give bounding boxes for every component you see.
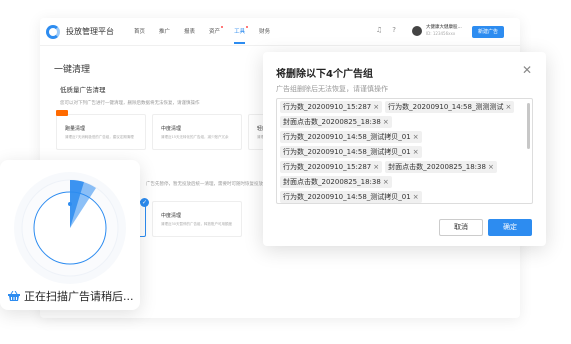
ad-group-tag: 封面点击数_20200825_18:38 ×	[280, 176, 392, 188]
nav-promote[interactable]: 推广	[159, 27, 170, 35]
tag-list: 行为数_20200910_15:287 × 行为数_20200910_14:58_测…	[280, 101, 522, 203]
remove-tag-icon[interactable]: ×	[383, 117, 389, 127]
card-desc: 清理近15天无转化的广告组，减少账户冗余	[161, 135, 229, 139]
help-icon[interactable]: ?	[392, 26, 396, 34]
badge	[56, 110, 68, 116]
dialog-subtitle: 广告组删除后无法恢复，请谨慎操作	[276, 85, 388, 93]
confirm-button[interactable]: 确定	[488, 219, 532, 236]
nav-home[interactable]: 首页	[134, 27, 145, 35]
avatar[interactable]	[412, 26, 422, 36]
delete-dialog: 将删除以下4个广告组 ✕ 广告组删除后无法恢复，请谨慎操作 行为数_202009…	[263, 52, 546, 246]
remove-tag-icon[interactable]: ×	[373, 102, 379, 112]
ad-group-tag: 行为数_20200910_14:58_测测测试 ×	[385, 101, 515, 113]
scan-text: 正在扫描广告请稍后...	[24, 290, 134, 303]
ad-group-tag: 行为数_20200910_14:58_测试拷贝_01 ×	[280, 191, 422, 203]
tag-label: 行为数_20200910_14:58_测试拷贝_01	[283, 133, 411, 141]
scan-widget: 正在扫描广告请稍后...	[0, 160, 140, 310]
tag-label: 封面点击数_20200825_18:38	[283, 178, 381, 186]
ad-group-tag: 行为数_20200910_15:287 ×	[280, 161, 383, 173]
remove-tag-icon[interactable]: ×	[413, 147, 419, 157]
main-nav: 首页 推广 报表 资产 工具 财务	[134, 26, 270, 44]
scan-status: 正在扫描广告请稍后...	[8, 288, 134, 304]
ad-group-list[interactable]: 行为数_20200910_15:287 × 行为数_20200910_14:58_测…	[276, 98, 533, 204]
section2-desc: 广告先暂停，暂无投放后统一清理，需要时可随时恢复投放	[146, 182, 263, 187]
scrollbar[interactable]	[527, 103, 530, 149]
card-desc: 清理近7天消耗极低的广告组，建议定期清理	[65, 135, 134, 139]
user-id: ID: 123456xxx	[426, 31, 456, 36]
remove-tag-icon[interactable]: ×	[488, 162, 494, 172]
remove-tag-icon[interactable]: ×	[413, 132, 419, 142]
nav-assets[interactable]: 资产	[209, 26, 224, 35]
tag-label: 封面点击数_20200825_18:38	[388, 163, 486, 171]
top-bar: 投放管理平台 首页 推广 报表 资产 工具 财务 ♫ ? 大健康大健康股... …	[40, 18, 520, 46]
tag-label: 行为数_20200910_14:58_测测测试	[388, 103, 504, 111]
check-icon: ✓	[140, 198, 149, 207]
user-name: 大健康大健康股...	[426, 25, 462, 30]
card-title: 中度清理	[161, 213, 182, 219]
clean-card-medium[interactable]: 中度清理 清理近15天无转化的广告组，减少账户冗余	[152, 114, 242, 150]
section-title: 低质量广告清理	[60, 86, 106, 94]
bell-icon[interactable]: ♫	[376, 26, 382, 34]
section-desc: 您可以对下列广告进行一键清理，删除后数据将无法恢复，请谨慎操作	[60, 101, 200, 106]
dialog-title: 将删除以下4个广告组	[276, 69, 373, 80]
radar-icon	[14, 172, 126, 284]
nav-report[interactable]: 报表	[184, 27, 195, 35]
remove-tag-icon[interactable]: ×	[413, 192, 419, 202]
top-icons: ♫ ?	[376, 26, 396, 34]
ad-group-tag: 行为数_20200910_14:58_测试拷贝_01 ×	[280, 131, 422, 143]
page-title: 一键清理	[54, 65, 91, 75]
ad-group-tag: 行为数_20200910_15:287 ×	[280, 101, 383, 113]
clean-card-heavy[interactable]: 跑量清理 清理近7天消耗极低的广告组，建议定期清理	[56, 110, 146, 150]
tag-label: 行为数_20200910_15:287	[283, 103, 372, 111]
cancel-button[interactable]: 取消	[439, 219, 483, 236]
tag-label: 封面点击数_20200825_18:38	[283, 118, 381, 126]
card-desc: 清理近30天暂停的广告组，释放账户可用额度	[161, 222, 232, 226]
clean-card-medium-2[interactable]: 中度清理 清理近30天暂停的广告组，释放账户可用额度	[152, 201, 242, 237]
close-icon[interactable]: ✕	[522, 63, 532, 77]
card-title: 跑量清理	[65, 126, 86, 132]
ad-group-tag: 封面点击数_20200825_18:38 ×	[280, 116, 392, 128]
logo-icon	[46, 25, 60, 39]
tag-label: 行为数_20200910_15:287	[283, 163, 372, 171]
basket-icon	[8, 291, 20, 301]
nav-tools[interactable]: 工具	[234, 26, 249, 44]
brand-name: 投放管理平台	[66, 27, 114, 36]
remove-tag-icon[interactable]: ×	[505, 102, 511, 112]
ad-group-tag: 封面点击数_20200825_18:38 ×	[385, 161, 497, 173]
card-title: 中度清理	[161, 126, 182, 132]
tag-label: 行为数_20200910_14:58_测试拷贝_01	[283, 193, 411, 201]
tag-label: 行为数_20200910_14:58_测试拷贝_01	[283, 148, 411, 156]
new-ad-button[interactable]: 新建广告	[472, 26, 504, 38]
remove-tag-icon[interactable]: ×	[383, 177, 389, 187]
ad-group-tag: 行为数_20200910_14:58_测试拷贝_01 ×	[280, 146, 422, 158]
nav-finance[interactable]: 财务	[259, 27, 270, 35]
remove-tag-icon[interactable]: ×	[373, 162, 379, 172]
